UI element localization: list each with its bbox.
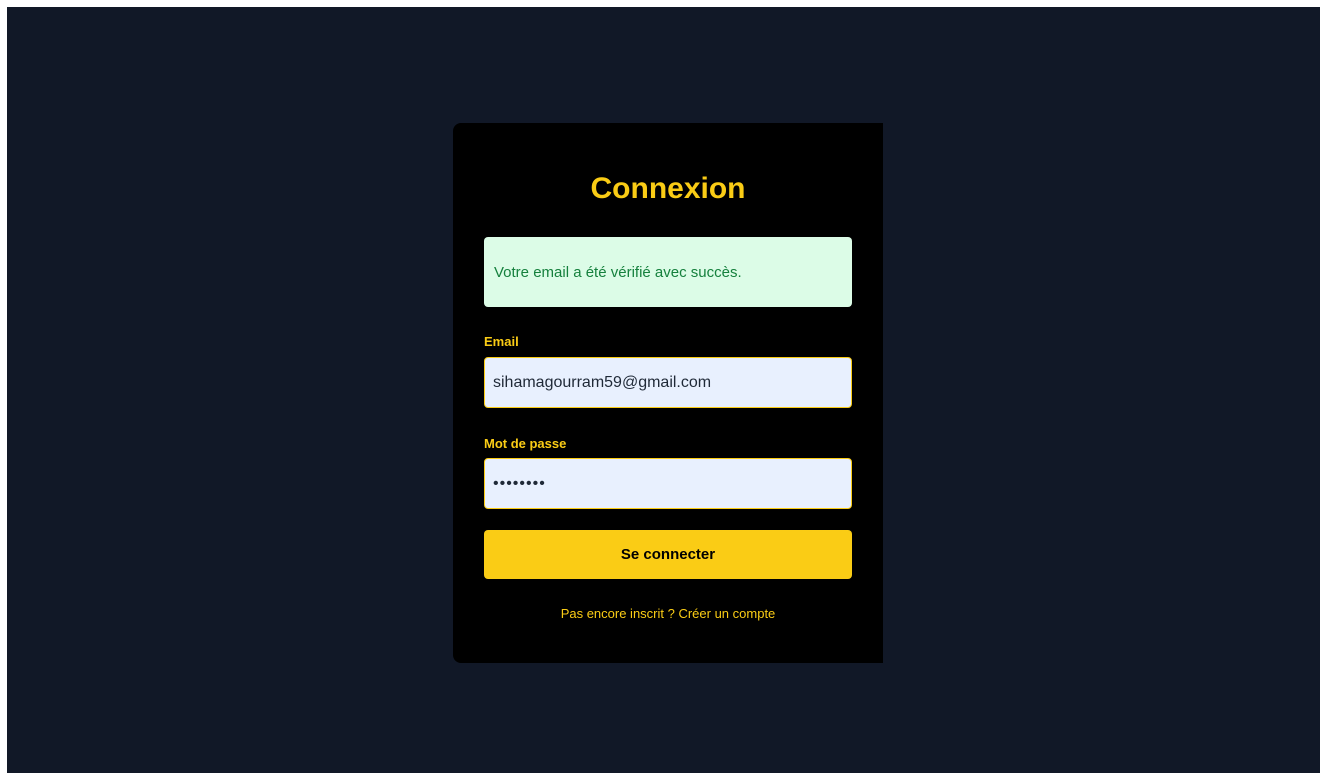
success-alert: Votre email a été vérifié avec succès. xyxy=(484,237,852,307)
email-label: Email xyxy=(484,334,519,349)
success-message: Votre email a été vérifié avec succès. xyxy=(494,263,742,281)
page-background: Connexion Votre email a été vérifié avec… xyxy=(7,7,1320,773)
password-field[interactable] xyxy=(484,458,852,509)
login-button[interactable]: Se connecter xyxy=(484,530,852,579)
login-card: Connexion Votre email a été vérifié avec… xyxy=(453,123,883,663)
page-title: Connexion xyxy=(590,172,746,205)
register-link[interactable]: Pas encore inscrit ? Créer un compte xyxy=(453,606,883,621)
email-field[interactable] xyxy=(484,357,852,408)
password-label: Mot de passe xyxy=(484,436,567,451)
